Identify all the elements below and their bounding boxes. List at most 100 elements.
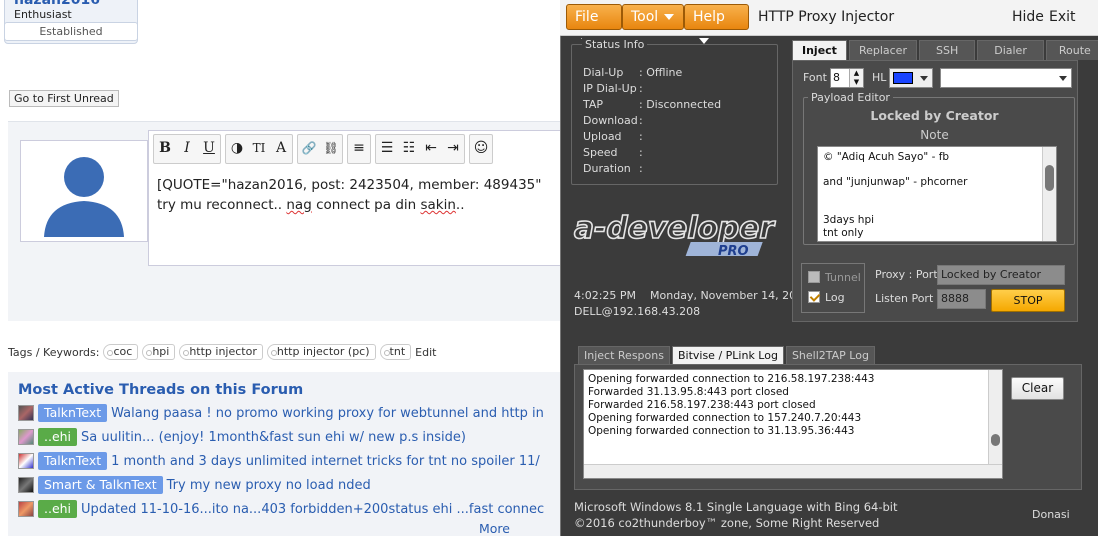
avatar — [20, 140, 148, 242]
locked-by-creator-text: Locked by Creator — [870, 108, 999, 123]
italic-button[interactable]: I — [176, 135, 198, 161]
spinner-arrows-icon[interactable]: ▲ ▼ — [849, 69, 863, 87]
log-checkbox[interactable] — [808, 291, 820, 303]
thread-prefix-badge[interactable]: ..ehi — [38, 500, 78, 518]
payload-line: 3days hpi — [823, 214, 875, 226]
tab-dialer[interactable]: Dialer — [977, 40, 1044, 60]
thread-title[interactable]: Try my new proxy no load nded — [167, 478, 371, 493]
clock: 4:02:25 PM Monday, November 14, 2016 — [574, 289, 810, 302]
tunnel-checkbox[interactable] — [808, 271, 820, 283]
tag-hpi[interactable]: hpi — [142, 344, 176, 360]
status-info-legend: Status Info — [582, 38, 648, 51]
log-label: Log — [825, 291, 845, 304]
tag-tnt[interactable]: tnt — [379, 344, 412, 360]
tool-menu[interactable]: Tool — [622, 4, 684, 30]
help-menu[interactable]: Help — [684, 4, 749, 44]
thread-row[interactable]: Smart & TalknText Try my new proxy no lo… — [18, 474, 371, 496]
chevron-down-icon — [1059, 76, 1067, 81]
tag-http-injector[interactable]: http injector — [179, 344, 263, 360]
link-icon[interactable]: 🔗 — [298, 135, 320, 161]
tab-inject[interactable]: Inject — [792, 40, 847, 60]
thread-row[interactable]: ..ehi Sa uulitin... (enjoy! 1month&fast … — [18, 426, 466, 448]
screen: { "forum": { "user_name": "hazan2016", "… — [0, 0, 1098, 536]
time-text: 4:02:25 PM — [574, 289, 637, 302]
scroll-thumb[interactable] — [991, 434, 1000, 446]
log-horizontal-scrollbar[interactable] — [584, 464, 1002, 478]
tab-bitvise-plink-log[interactable]: Bitvise / PLink Log — [671, 346, 784, 364]
align-icon[interactable]: ≡ — [348, 135, 370, 161]
thread-title[interactable]: Updated 11-10-16...ito na...403 forbidde… — [81, 502, 544, 517]
status-download: Download: — [583, 114, 643, 127]
editor-line-1: [QUOTE="hazan2016, post: 2423504, member… — [157, 177, 542, 193]
numbered-list-icon[interactable]: ☷ — [398, 135, 420, 161]
tag-http-injector-pc[interactable]: http injector (pc) — [266, 344, 376, 360]
stop-button[interactable]: STOP — [991, 289, 1065, 312]
log-vertical-scrollbar[interactable] — [988, 370, 1002, 466]
thread-prefix-badge[interactable]: TalknText — [38, 404, 108, 422]
tag-coc[interactable]: coc — [103, 344, 139, 360]
payload-scrollbar[interactable] — [1042, 147, 1056, 241]
tags-label: Tags / Keywords: — [8, 345, 100, 359]
thread-prefix-badge[interactable]: ..ehi — [38, 428, 78, 446]
status-tap: TAP: Disconnected — [583, 98, 722, 111]
note-label: Note — [920, 128, 949, 142]
unlink-icon[interactable]: ⛓ — [320, 135, 342, 161]
font-label: Font — [803, 71, 827, 84]
date-text: Monday, November 14, 2016 — [650, 289, 811, 302]
thread-row[interactable]: ..ehi Updated 11-10-16...ito na...403 fo… — [18, 498, 544, 520]
go-to-first-unread-button[interactable]: Go to First Unread — [9, 90, 119, 107]
hide-button[interactable]: Hide — [1012, 9, 1044, 25]
text-color-icon[interactable]: ◑ — [226, 135, 248, 161]
font-family-icon[interactable]: A — [270, 135, 292, 161]
thread-title[interactable]: 1 month and 3 days unlimited internet tr… — [111, 454, 540, 469]
logo-text-bottom: PRO — [718, 244, 749, 259]
tags-edit-link[interactable]: Edit — [415, 346, 436, 359]
log-line: Opening forwarded connection to 216.58.1… — [588, 373, 875, 385]
scroll-thumb[interactable] — [1045, 165, 1054, 191]
file-menu[interactable]: File — [566, 4, 622, 44]
tab-inject-respons[interactable]: Inject Respons — [578, 346, 670, 364]
payload-combo[interactable] — [940, 68, 1072, 88]
thread-title[interactable]: Sa uulitin... (enjoy! 1month&fast sun eh… — [81, 430, 466, 445]
default-avatar-icon — [44, 157, 124, 237]
highlight-color-select[interactable] — [889, 68, 933, 88]
payload-line: and "junjunwap" - phcorner — [823, 176, 968, 188]
device-address: DELL@192.168.43.208 — [574, 305, 701, 318]
tab-ssh[interactable]: SSH — [918, 40, 976, 60]
tags-bar: Tags / Keywords: coc hpi http injector h… — [8, 342, 436, 362]
thread-row[interactable]: TalknText 1 month and 3 days unlimited i… — [18, 450, 540, 472]
copyright: ©2016 co2thunderboy™ zone, Some Right Re… — [574, 516, 880, 530]
thread-prefix-badge[interactable]: Smart & TalknText — [38, 476, 163, 494]
thread-prefix-badge[interactable]: TalknText — [38, 452, 108, 470]
thread-title[interactable]: Walang paasa ! no promo working proxy fo… — [111, 406, 544, 421]
tab-route[interactable]: Route — [1045, 40, 1098, 60]
chevron-down-icon — [664, 14, 675, 20]
log-line: Forwarded 31.13.95.8:443 port closed — [588, 386, 789, 398]
bold-button[interactable]: B — [154, 135, 176, 161]
donasi-link[interactable]: Donasi — [1032, 508, 1070, 521]
editor-content[interactable]: [QUOTE="hazan2016, post: 2423504, member… — [157, 175, 567, 215]
hl-label: HL — [872, 71, 887, 84]
tab-shell2tap-log[interactable]: Shell2TAP Log — [785, 346, 875, 364]
indent-icon[interactable]: ⇥ — [442, 135, 464, 161]
proxy-port-field[interactable]: Locked by Creator — [937, 265, 1065, 285]
exit-button[interactable]: Exit — [1049, 9, 1076, 25]
listen-port-field[interactable]: 8888 — [937, 289, 986, 309]
thread-avatar — [18, 501, 34, 517]
bullet-list-icon[interactable]: ☰ — [376, 135, 398, 161]
log-tabs: Inject Respons Bitvise / PLink Log Shell… — [578, 346, 877, 364]
underline-button[interactable]: U — [198, 135, 220, 161]
editor-line-2: try mu reconnect.. nag connect pa din sa… — [157, 197, 465, 213]
payload-note-text[interactable]: © "Adiq Acuh Sayo" - fb and "junjunwap" … — [817, 146, 1057, 242]
clear-log-button[interactable]: Clear — [1011, 377, 1064, 400]
font-size-spinner[interactable]: 8 ▲ ▼ — [830, 68, 864, 88]
outdent-icon[interactable]: ⇤ — [420, 135, 442, 161]
font-size-icon[interactable]: TI — [248, 135, 270, 161]
user-name[interactable]: hazan2016 — [14, 0, 100, 8]
log-output[interactable]: Opening forwarded connection to 216.58.1… — [583, 369, 1003, 479]
tab-replacer[interactable]: Replacer — [848, 40, 917, 60]
more-threads-link[interactable]: More — [479, 521, 510, 536]
thread-row[interactable]: TalknText Walang paasa ! no promo workin… — [18, 402, 544, 424]
smiley-icon[interactable]: ☺ — [470, 135, 492, 161]
user-title: Enthusiast — [14, 8, 72, 21]
